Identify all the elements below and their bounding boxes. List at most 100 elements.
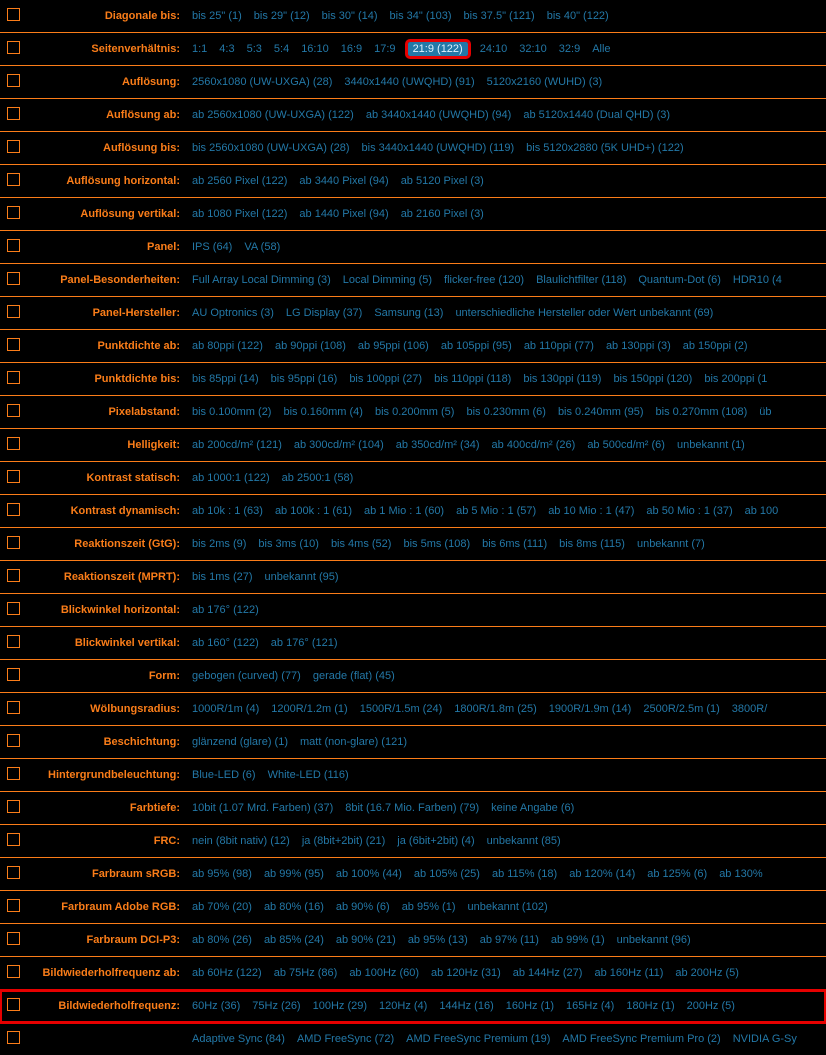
filter-option[interactable]: Alle xyxy=(592,43,610,55)
filter-option[interactable]: White-LED (116) xyxy=(268,769,349,781)
filter-option[interactable]: ab 5120x1440 (Dual QHD) (3) xyxy=(523,109,670,121)
filter-option[interactable]: glänzend (glare) (1) xyxy=(192,736,288,748)
filter-option[interactable]: AMD FreeSync Premium (19) xyxy=(406,1033,550,1045)
filter-option[interactable]: ab 176° (121) xyxy=(271,637,338,649)
filter-option[interactable]: ab 120Hz (31) xyxy=(431,967,501,979)
filter-option[interactable]: bis 150ppi (120) xyxy=(613,373,692,385)
filter-option[interactable]: bis 6ms (111) xyxy=(482,538,547,550)
filter-option[interactable]: bis 8ms (115) xyxy=(559,538,625,550)
filter-option[interactable]: 16:10 xyxy=(301,43,329,55)
filter-option[interactable]: IPS (64) xyxy=(192,241,232,253)
filter-checkbox[interactable] xyxy=(7,701,20,714)
filter-option[interactable]: 5120x2160 (WUHD) (3) xyxy=(487,76,603,88)
filter-checkbox[interactable] xyxy=(7,932,20,945)
filter-option[interactable]: ab 400cd/m² (26) xyxy=(492,439,576,451)
filter-option[interactable]: bis 3440x1440 (UWQHD) (119) xyxy=(362,142,515,154)
filter-option[interactable]: bis 29" (12) xyxy=(254,10,310,22)
filter-option[interactable]: unbekannt (95) xyxy=(265,571,339,583)
filter-option[interactable]: ab 95% (98) xyxy=(192,868,252,880)
filter-option[interactable]: 8bit (16.7 Mio. Farben) (79) xyxy=(345,802,479,814)
filter-option[interactable]: Quantum-Dot (6) xyxy=(638,274,721,286)
filter-checkbox[interactable] xyxy=(7,371,20,384)
filter-option[interactable]: bis 30" (14) xyxy=(322,10,378,22)
filter-option[interactable]: ab 100% (44) xyxy=(336,868,402,880)
filter-checkbox[interactable] xyxy=(7,272,20,285)
filter-option[interactable]: keine Angabe (6) xyxy=(491,802,574,814)
filter-option[interactable]: ab 95% (1) xyxy=(402,901,456,913)
filter-option[interactable]: HDR10 (4 xyxy=(733,274,782,286)
filter-checkbox[interactable] xyxy=(7,833,20,846)
filter-option[interactable]: 1800R/1.8m (25) xyxy=(454,703,537,715)
filter-option[interactable]: ab 99% (95) xyxy=(264,868,324,880)
filter-checkbox[interactable] xyxy=(7,470,20,483)
filter-option[interactable]: bis 0.160mm (4) xyxy=(283,406,362,418)
filter-checkbox[interactable] xyxy=(7,305,20,318)
filter-option[interactable]: bis 25" (1) xyxy=(192,10,242,22)
filter-option[interactable]: ab 80ppi (122) xyxy=(192,340,263,352)
filter-option[interactable]: ab 1440 Pixel (94) xyxy=(299,208,388,220)
filter-option[interactable]: ab 1080 Pixel (122) xyxy=(192,208,287,220)
filter-checkbox[interactable] xyxy=(7,503,20,516)
filter-checkbox[interactable] xyxy=(7,41,20,54)
filter-option[interactable]: ab 100 xyxy=(745,505,779,517)
filter-option[interactable]: Blue-LED (6) xyxy=(192,769,256,781)
filter-option[interactable]: bis 40" (122) xyxy=(547,10,609,22)
filter-checkbox[interactable] xyxy=(7,965,20,978)
filter-option[interactable]: 1900R/1.9m (14) xyxy=(549,703,632,715)
filter-checkbox[interactable] xyxy=(7,569,20,582)
filter-option[interactable]: unbekannt (102) xyxy=(468,901,548,913)
filter-checkbox[interactable] xyxy=(7,74,20,87)
filter-checkbox[interactable] xyxy=(7,536,20,549)
filter-option[interactable]: ab 90% (6) xyxy=(336,901,390,913)
filter-option[interactable]: NVIDIA G-Sy xyxy=(733,1033,797,1045)
filter-option[interactable]: ab 80% (26) xyxy=(192,934,252,946)
filter-option[interactable]: ab 5120 Pixel (3) xyxy=(401,175,484,187)
filter-option[interactable]: ab 130ppi (3) xyxy=(606,340,671,352)
filter-option[interactable]: ab 1000:1 (122) xyxy=(192,472,270,484)
filter-checkbox[interactable] xyxy=(7,140,20,153)
filter-option[interactable]: 3800R/ xyxy=(732,703,767,715)
filter-option[interactable]: bis 5ms (108) xyxy=(403,538,470,550)
filter-checkbox[interactable] xyxy=(7,1031,20,1044)
filter-option[interactable]: ab 200Hz (5) xyxy=(675,967,739,979)
filter-option[interactable]: bis 2560x1080 (UW-UXGA) (28) xyxy=(192,142,350,154)
filter-option[interactable]: ab 50 Mio : 1 (37) xyxy=(646,505,732,517)
filter-option[interactable]: bis 130ppi (119) xyxy=(523,373,601,385)
filter-option[interactable]: bis 5120x2880 (5K UHD+) (122) xyxy=(526,142,683,154)
filter-checkbox[interactable] xyxy=(7,338,20,351)
filter-option[interactable]: ab 160° (122) xyxy=(192,637,259,649)
filter-option[interactable]: gebogen (curved) (77) xyxy=(192,670,301,682)
filter-option[interactable]: 21:9 (122) xyxy=(408,42,468,56)
filter-option[interactable]: 1500R/1.5m (24) xyxy=(360,703,443,715)
filter-option[interactable]: matt (non-glare) (121) xyxy=(300,736,407,748)
filter-option[interactable]: bis 0.240mm (95) xyxy=(558,406,644,418)
filter-option[interactable]: ab 105ppi (95) xyxy=(441,340,512,352)
filter-option[interactable]: ab 100Hz (60) xyxy=(349,967,419,979)
filter-option[interactable]: 32:9 xyxy=(559,43,580,55)
filter-option[interactable]: bis 110ppi (118) xyxy=(434,373,511,385)
filter-option[interactable]: ab 80% (16) xyxy=(264,901,324,913)
filter-checkbox[interactable] xyxy=(7,206,20,219)
filter-option[interactable]: 60Hz (36) xyxy=(192,1000,240,1012)
filter-option[interactable]: gerade (flat) (45) xyxy=(313,670,395,682)
filter-option[interactable]: ab 2560x1080 (UW-UXGA) (122) xyxy=(192,109,354,121)
filter-option[interactable]: Adaptive Sync (84) xyxy=(192,1033,285,1045)
filter-option[interactable]: bis 85ppi (14) xyxy=(192,373,259,385)
filter-option[interactable]: ab 350cd/m² (34) xyxy=(396,439,480,451)
filter-option[interactable]: ab 144Hz (27) xyxy=(513,967,583,979)
filter-option[interactable]: ab 10k : 1 (63) xyxy=(192,505,263,517)
filter-option[interactable]: bis 200ppi (1 xyxy=(704,373,767,385)
filter-option[interactable]: bis 2ms (9) xyxy=(192,538,246,550)
filter-checkbox[interactable] xyxy=(7,734,20,747)
filter-option[interactable]: ab 70% (20) xyxy=(192,901,252,913)
filter-option[interactable]: ab 90ppi (108) xyxy=(275,340,346,352)
filter-checkbox[interactable] xyxy=(7,437,20,450)
filter-option[interactable]: ab 95% (13) xyxy=(408,934,468,946)
filter-option[interactable]: AMD FreeSync Premium Pro (2) xyxy=(562,1033,720,1045)
filter-option[interactable]: bis 0.100mm (2) xyxy=(192,406,271,418)
filter-checkbox[interactable] xyxy=(7,8,20,21)
filter-option[interactable]: flicker-free (120) xyxy=(444,274,524,286)
filter-option[interactable]: ab 3440 Pixel (94) xyxy=(299,175,388,187)
filter-option[interactable]: ab 3440x1440 (UWQHD) (94) xyxy=(366,109,512,121)
filter-option[interactable]: 2500R/2.5m (1) xyxy=(643,703,719,715)
